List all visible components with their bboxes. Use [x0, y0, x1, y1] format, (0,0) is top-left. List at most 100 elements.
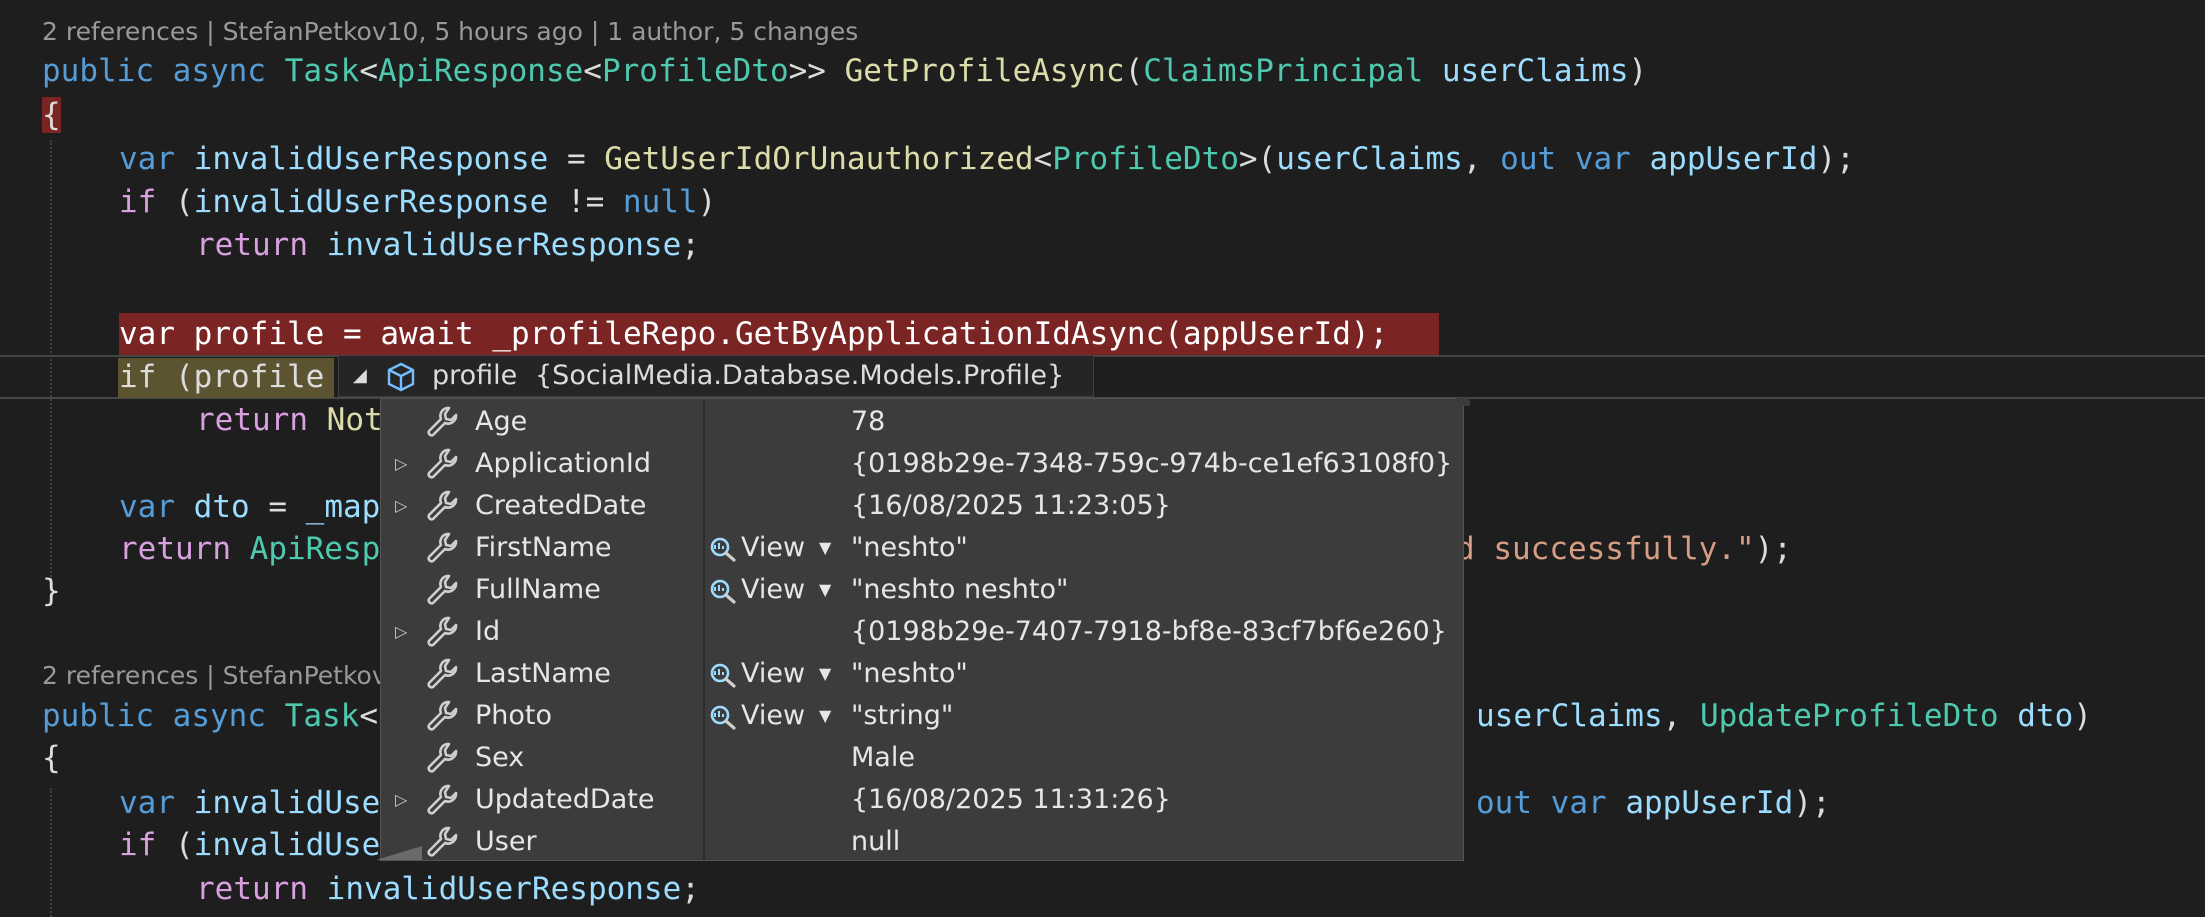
dropdown-caret-icon[interactable]: ▼ — [819, 527, 831, 569]
datatip-row[interactable]: Age 78 — [381, 401, 1463, 443]
dropdown-caret-icon[interactable]: ▼ — [819, 569, 831, 611]
expand-icon[interactable]: ▷ — [395, 485, 407, 527]
token: ProfileDto — [601, 53, 789, 89]
code-lens[interactable]: 2 references | StefanPetkov10, 5 hours a… — [42, 15, 858, 49]
member-name: FullName — [475, 574, 601, 605]
member-value[interactable]: 78 — [851, 401, 885, 443]
member-value[interactable]: {0198b29e-7348-759c-974b-ce1ef63108f0} — [851, 443, 1452, 485]
dropdown-caret-icon[interactable]: ▼ — [819, 653, 831, 695]
member-value[interactable]: null — [851, 821, 900, 863]
collapse-icon[interactable]: ◢ — [353, 356, 367, 396]
datatip-row[interactable]: ▷ Id {0198b29e-7407-7918-bf8e-83cf7bf6e260… — [381, 611, 1463, 653]
datatip-variable-type: {SocialMedia.Database.Models.Profile} — [535, 360, 1065, 391]
token: invalidUserResponse — [326, 871, 682, 907]
datatip-row[interactable]: FullName View ▼ "neshto neshto" — [381, 569, 1463, 611]
code-line[interactable]: { — [42, 737, 61, 779]
expand-icon[interactable]: ▷ — [395, 779, 407, 821]
expand-icon[interactable]: ▷ — [395, 443, 407, 485]
code-line[interactable]: return invalidUserResponse; — [196, 868, 700, 910]
token: = — [249, 489, 306, 525]
member-value[interactable]: {16/08/2025 11:31:26} — [851, 779, 1171, 821]
token: ( — [156, 184, 194, 220]
token: var — [119, 489, 175, 525]
datatip-row[interactable]: ▷ CreatedDate {16/08/2025 11:23:05} — [381, 485, 1463, 527]
property-wrench-icon — [427, 784, 458, 815]
datatip-row[interactable]: FirstName View ▼ "neshto" — [381, 527, 1463, 569]
property-wrench-icon — [427, 826, 458, 857]
token: UpdateProfileDto — [1699, 698, 1999, 734]
dropdown-caret-icon[interactable]: ▼ — [819, 695, 831, 737]
code-line[interactable]: public async Task<ApiResponse<ProfileDto… — [42, 50, 1647, 92]
member-value[interactable]: "string" — [851, 695, 953, 737]
datatip-row[interactable]: User null — [381, 821, 1463, 863]
member-value[interactable]: "neshto neshto" — [851, 569, 1068, 611]
datatip-row[interactable]: Sex Male — [381, 737, 1463, 779]
token: profile — [193, 359, 325, 395]
member-name: Id — [475, 616, 501, 647]
code-line-fragment[interactable]: d successfully."); — [1456, 528, 1792, 570]
code-lens[interactable]: 2 references | StefanPetkov — [42, 659, 387, 693]
token: ); — [1817, 141, 1855, 177]
property-wrench-icon — [427, 406, 458, 437]
member-value[interactable]: {16/08/2025 11:23:05} — [851, 485, 1171, 527]
code-line-current[interactable]: if (profile — [119, 356, 324, 398]
token: ); — [1793, 785, 1831, 821]
code-line[interactable]: } — [42, 570, 61, 612]
code-line[interactable]: public async Task< — [42, 695, 378, 737]
property-wrench-icon — [427, 742, 458, 773]
brace-highlight: { — [42, 97, 61, 133]
code-line[interactable]: return invalidUserResponse; — [196, 224, 700, 266]
token: < — [583, 53, 602, 89]
token: invalidUserResponse — [193, 184, 549, 220]
token: public — [42, 53, 154, 89]
member-name: User — [475, 826, 537, 857]
magnifier-icon — [710, 537, 736, 562]
magnifier-icon — [710, 705, 736, 730]
datatip-row[interactable]: ▷ ApplicationId {0198b29e-7348-759c-974b-c… — [381, 443, 1463, 485]
datatip-header[interactable]: ◢ profile {SocialMedia.Database.Models.P… — [338, 355, 1094, 397]
token: userClaims — [1276, 141, 1463, 177]
code-line-fragment[interactable]: userClaims, UpdateProfileDto dto) — [1476, 695, 2092, 737]
member-value[interactable]: "neshto" — [851, 653, 968, 695]
code-line-breakpoint[interactable]: var profile = await _profileRepo.GetByAp… — [119, 313, 1388, 355]
view-label: View — [741, 658, 806, 689]
code-line[interactable]: { — [42, 94, 61, 136]
datatip-row[interactable]: ▷ UpdatedDate {16/08/2025 11:31:26} — [381, 779, 1463, 821]
expand-icon[interactable]: ▷ — [395, 611, 407, 653]
property-wrench-icon — [427, 532, 458, 563]
datatip-row[interactable]: Photo View ▼ "string" — [381, 695, 1463, 737]
token: >( — [1238, 141, 1277, 177]
resize-grip[interactable] — [376, 846, 422, 860]
indent-guide — [50, 788, 52, 917]
token: dto — [2017, 698, 2074, 734]
magnifier-icon — [710, 579, 736, 604]
member-value[interactable]: {0198b29e-7407-7918-bf8e-83cf7bf6e260} — [851, 611, 1447, 653]
token: async — [172, 53, 266, 89]
datatip-members[interactable]: Age 78 ▷ ApplicationId {0198b29e-7348-759c-9… — [380, 398, 1464, 861]
token: ; — [681, 227, 700, 263]
token: null — [622, 184, 698, 220]
member-value[interactable]: Male — [851, 737, 915, 779]
member-value[interactable]: "neshto" — [851, 527, 968, 569]
token: ( — [1164, 316, 1183, 352]
token: ( — [1124, 53, 1144, 89]
datatip-row[interactable]: LastName View ▼ "neshto" — [381, 653, 1463, 695]
code-line[interactable]: var invalidUserResponse = GetUserIdOrUna… — [119, 138, 1855, 180]
token: var — [119, 316, 175, 352]
code-line-fragment[interactable]: out var appUserId); — [1476, 782, 1831, 824]
token: ) — [697, 184, 717, 220]
token: out — [1476, 785, 1532, 821]
object-icon — [387, 362, 415, 392]
code-line[interactable]: var invalidUse — [119, 782, 380, 824]
code-line[interactable]: if (invalidUserResponse != null) — [119, 181, 716, 223]
token: if — [119, 827, 157, 863]
code-line[interactable]: if (invalidUse — [119, 824, 380, 866]
token: return — [196, 227, 308, 263]
